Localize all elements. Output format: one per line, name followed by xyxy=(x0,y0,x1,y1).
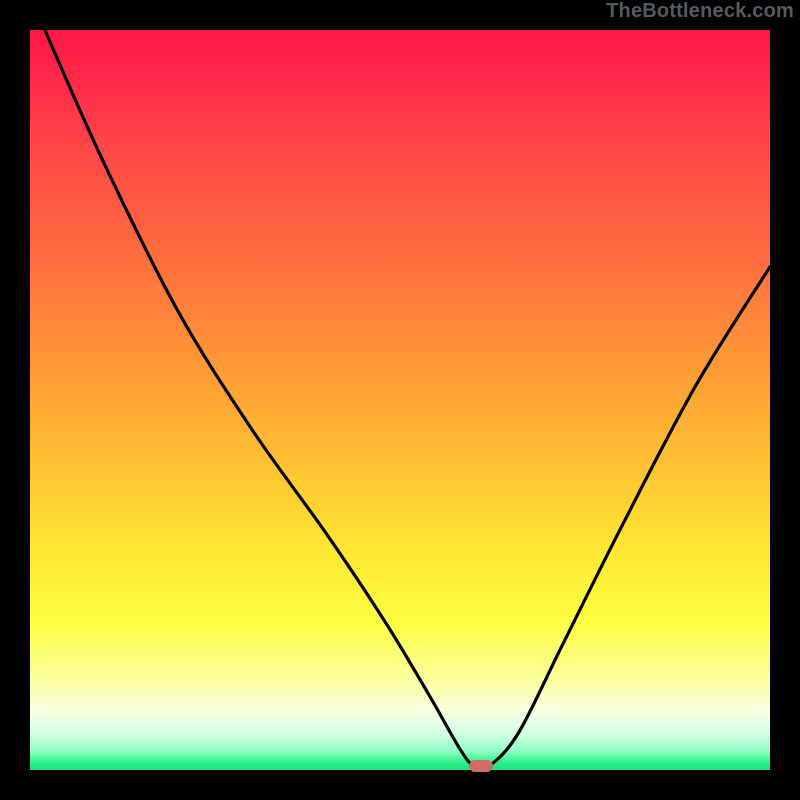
bottleneck-curve xyxy=(30,30,770,770)
watermark-text: TheBottleneck.com xyxy=(606,0,794,23)
chart-frame xyxy=(14,14,786,786)
optimal-point-marker xyxy=(469,760,493,772)
chart-plot-area xyxy=(30,30,770,770)
